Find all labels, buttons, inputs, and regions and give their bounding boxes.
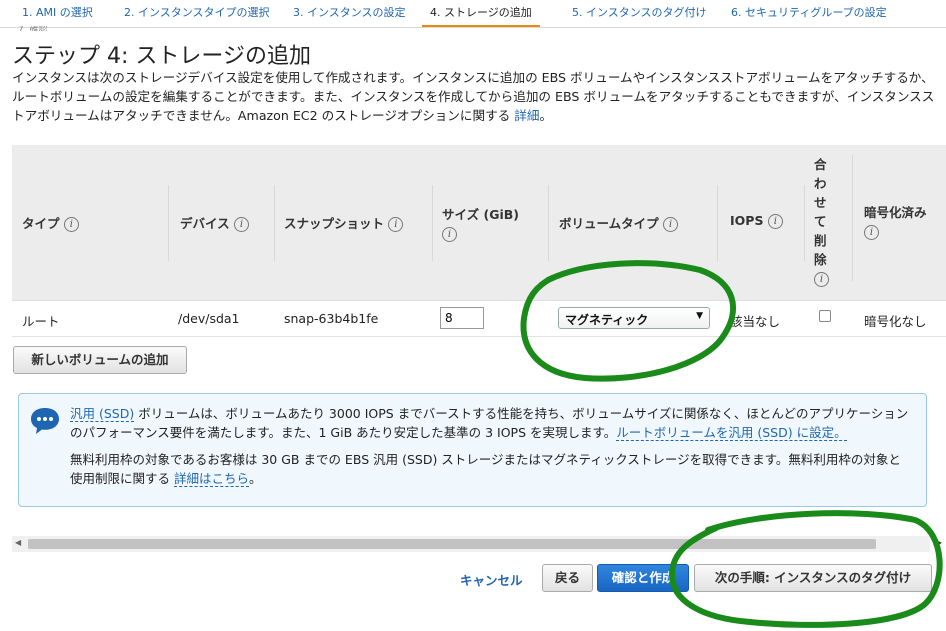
set-root-gp-ssd-link[interactable]: ルートボリュームを汎用 (SSD) に設定。 bbox=[616, 425, 847, 441]
info-icon[interactable]: i bbox=[864, 225, 879, 240]
header-volume-type: ボリュームタイプ i bbox=[559, 213, 678, 232]
column-separator bbox=[432, 185, 433, 261]
back-button[interactable]: 戻る bbox=[542, 564, 593, 592]
info-icon[interactable]: i bbox=[814, 272, 829, 287]
scrollbar-thumb[interactable] bbox=[28, 539, 876, 549]
tab-add-storage[interactable]: 4. ストレージの追加 bbox=[422, 0, 540, 27]
wizard-tabs: 1. AMI の選択 2. インスタンスタイプの選択 3. インスタンスの設定 … bbox=[0, 0, 946, 31]
info-box: 汎用 (SSD) ボリュームは、ボリュームあたり 3000 IOPS までバース… bbox=[18, 393, 927, 507]
info-icon[interactable]: i bbox=[442, 227, 457, 242]
info-icon[interactable]: i bbox=[234, 217, 249, 232]
cell-encrypted: 暗号化なし bbox=[864, 314, 927, 329]
volume-type-select[interactable]: マグネティック ▼ bbox=[558, 307, 710, 329]
info-icon[interactable]: i bbox=[63, 217, 79, 232]
column-separator bbox=[852, 155, 853, 281]
header-delete-on-termination: 合わせて削除 i bbox=[814, 155, 832, 288]
header-snapshot: スナップショット i bbox=[284, 213, 404, 232]
volume-type-value: マグネティック bbox=[565, 313, 649, 327]
tab-choose-ami[interactable]: 1. AMI の選択 bbox=[22, 0, 93, 27]
cell-iops: 該当なし bbox=[730, 314, 781, 329]
add-volume-button[interactable]: 新しいボリュームの追加 bbox=[13, 346, 187, 374]
tab-tag-instance[interactable]: 5. インスタンスのタグ付け bbox=[572, 0, 707, 27]
info-icon[interactable]: i bbox=[388, 217, 404, 232]
header-size: サイズ (GiB) i bbox=[442, 207, 519, 242]
column-separator bbox=[717, 185, 718, 261]
scroll-right-icon[interactable]: ▶ bbox=[936, 538, 942, 547]
details-link[interactable]: 詳細 bbox=[514, 108, 539, 123]
header-type: タイプ i bbox=[22, 213, 79, 232]
description-end: 。 bbox=[539, 108, 553, 123]
cell-snapshot: snap-63b4b1fe bbox=[284, 311, 379, 326]
size-input[interactable]: 8 bbox=[440, 307, 484, 329]
info-end: 。 bbox=[249, 471, 262, 486]
cell-type: ルート bbox=[22, 314, 60, 329]
page-description: インスタンスは次のストレージデバイス設定を使用して作成されます。インスタンスに追… bbox=[12, 68, 940, 125]
tab-security-group[interactable]: 6. セキュリティグループの設定 bbox=[731, 0, 887, 27]
chat-bubble-icon bbox=[31, 408, 59, 434]
info-paragraph-ssd: 汎用 (SSD) ボリュームは、ボリュームあたり 3000 IOPS までバース… bbox=[70, 404, 910, 442]
description-text: インスタンスは次のストレージデバイス設定を使用して作成されます。インスタンスに追… bbox=[12, 70, 935, 123]
gp-ssd-link[interactable]: 汎用 (SSD) bbox=[70, 406, 135, 422]
column-separator bbox=[804, 185, 805, 261]
scroll-left-icon[interactable]: ◀ bbox=[15, 538, 21, 547]
info-icon[interactable]: i bbox=[663, 217, 678, 232]
column-separator bbox=[274, 185, 275, 261]
tab-divider bbox=[0, 27, 946, 28]
info-icon[interactable]: i bbox=[767, 214, 783, 229]
tab-review-cutoff[interactable]: 7. 確認 bbox=[18, 26, 47, 31]
header-device: デバイス i bbox=[180, 213, 249, 232]
table-row: ルート /dev/sda1 snap-63b4b1fe 8 マグネティック ▼ 該… bbox=[12, 301, 946, 337]
horizontal-scrollbar[interactable]: ◀ ▶ bbox=[12, 536, 942, 552]
page-title: ステップ 4: ストレージの追加 bbox=[12, 44, 311, 69]
tab-configure-instance[interactable]: 3. インスタンスの設定 bbox=[293, 0, 406, 27]
delete-on-termination-checkbox[interactable] bbox=[819, 310, 831, 322]
info-paragraph-free-tier: 無料利用枠の対象であるお客様は 30 GB までの EBS 汎用 (SSD) ス… bbox=[70, 450, 910, 488]
tab-choose-instance-type[interactable]: 2. インスタンスタイプの選択 bbox=[124, 0, 270, 27]
next-tag-instance-button[interactable]: 次の手順: インスタンスのタグ付け bbox=[694, 564, 932, 592]
cell-device: /dev/sda1 bbox=[178, 311, 240, 326]
column-separator bbox=[548, 185, 549, 261]
column-separator bbox=[168, 185, 169, 261]
chevron-down-icon: ▼ bbox=[696, 311, 703, 321]
learn-more-link[interactable]: 詳細はこちら bbox=[174, 471, 250, 487]
header-encrypted: 暗号化済み i bbox=[864, 205, 927, 240]
review-and-launch-button[interactable]: 確認と作成 bbox=[597, 564, 689, 592]
header-iops: IOPS i bbox=[730, 213, 783, 229]
cancel-link[interactable]: キャンセル bbox=[460, 570, 523, 589]
storage-table-header: タイプ i デバイス i スナップショット i サイズ (GiB) i ボリューム… bbox=[12, 145, 946, 301]
